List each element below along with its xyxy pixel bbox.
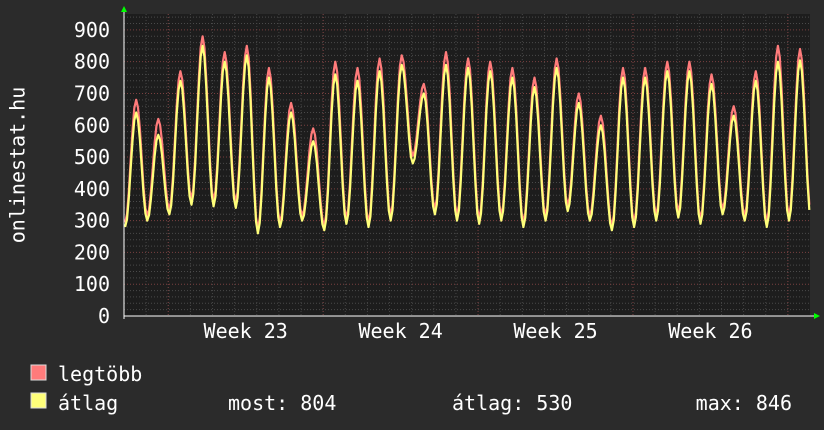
y-tick-label: 900 (74, 18, 110, 42)
legend-label-legtobb: legtöbb (58, 362, 142, 386)
y-tick-label: 700 (74, 81, 110, 105)
legend-label-atlag: átlag (58, 391, 118, 415)
y-tick-label: 300 (74, 209, 110, 233)
y-tick-label: 200 (74, 240, 110, 264)
chart-root: 0 100 200 300 400 500 600 700 800 900 Week 23 Week… (0, 0, 824, 430)
x-tick-label: Week 23 (204, 319, 288, 343)
x-tick-label: Week 25 (513, 319, 597, 343)
y-tick-label: 400 (74, 177, 110, 201)
x-axis-arrow (814, 313, 820, 319)
x-tick-labels: Week 23 Week 24 Week 25 Week 26 (204, 319, 753, 343)
legend: legtöbb átlag most: 804 átlag: 530 max: … (30, 362, 792, 415)
x-tick-label: Week 24 (358, 319, 442, 343)
stat-max: max: 846 (696, 391, 792, 415)
y-axis-arrow (121, 6, 127, 12)
stat-atlag: átlag: 530 (452, 391, 572, 415)
y-tick-labels: 0 100 200 300 400 500 600 700 800 900 (74, 18, 110, 328)
y-tick-label: 0 (98, 304, 110, 328)
stat-most: most: 804 (228, 391, 336, 415)
x-tick-label: Week 26 (668, 319, 752, 343)
legend-swatch-legtobb (30, 364, 47, 381)
chart-svg: 0100200300400500600700800900 Week 23 Week… (6, 6, 820, 415)
legend-swatch-atlag (30, 392, 47, 409)
y-tick-label: 800 (74, 50, 110, 74)
y-tick-label: 100 (74, 272, 110, 296)
y-tick-label: 500 (74, 145, 110, 169)
y-tick-label: 600 (74, 113, 110, 137)
y-axis-label: onlinestat.hu (6, 87, 30, 244)
